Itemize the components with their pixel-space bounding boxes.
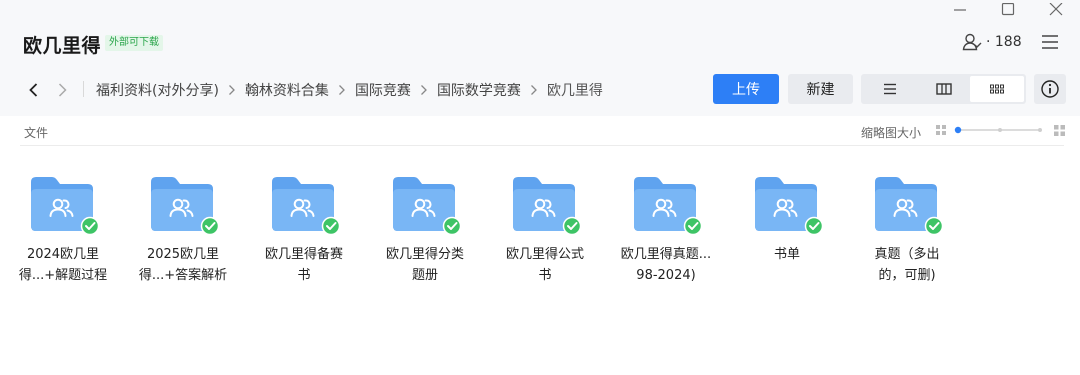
- view-mode-switcher: [861, 74, 1026, 104]
- shared-folder-icon: [510, 174, 582, 236]
- shared-folder-icon: [872, 174, 944, 236]
- chevron-left-icon: [29, 83, 38, 97]
- nav-divider: [83, 81, 84, 97]
- breadcrumb-item[interactable]: 国际数学竞赛: [437, 80, 521, 100]
- chevron-right-icon: [219, 80, 245, 100]
- shared-folder-icon: [269, 174, 341, 236]
- folder-name: 2025欧几里 得...+答案解析: [138, 247, 228, 283]
- info-icon: [1041, 80, 1059, 98]
- close-button[interactable]: [1032, 0, 1080, 20]
- chevron-right-icon: [411, 80, 437, 100]
- upload-button[interactable]: 上传: [713, 74, 779, 104]
- folder-name: 欧几里得分类 题册: [385, 247, 464, 283]
- maximize-icon: [1001, 3, 1015, 16]
- minimize-button[interactable]: [936, 0, 984, 20]
- members-icon: [962, 33, 982, 51]
- folder-name: 欧几里得公式书: [505, 247, 584, 283]
- info-button[interactable]: [1034, 74, 1066, 104]
- folder-name: 2024欧几里 得...+解题过程: [18, 247, 108, 283]
- chevron-right-icon: [521, 80, 547, 100]
- folder-item[interactable]: 欧几里得备赛书: [254, 174, 354, 286]
- column-view-button[interactable]: [917, 76, 971, 102]
- folder-item[interactable]: 真题（多出 的，可删): [857, 174, 957, 286]
- folder-name: 书单: [773, 247, 800, 262]
- folder-item[interactable]: 2025欧几里 得...+答案解析: [133, 174, 233, 286]
- maximize-button[interactable]: [984, 0, 1032, 20]
- members-button[interactable]: · 188: [962, 31, 1022, 53]
- large-grid-icon: [1054, 125, 1065, 136]
- breadcrumb-item[interactable]: 翰林资料合集: [245, 80, 329, 100]
- breadcrumb-item[interactable]: 国际竞赛: [355, 80, 411, 100]
- back-button[interactable]: [25, 80, 43, 100]
- folder-item[interactable]: 欧几里得公式书: [495, 174, 595, 286]
- thumbnail-view-button[interactable]: [970, 76, 1025, 102]
- folder-item[interactable]: 2024欧几里 得...+解题过程: [13, 174, 113, 286]
- column-header-file: 文件: [24, 126, 49, 140]
- list-view-icon: [883, 83, 896, 95]
- small-grid-icon: [936, 125, 946, 135]
- member-count: · 188: [986, 34, 1022, 50]
- minimize-icon: [954, 9, 966, 11]
- chevron-right-icon: [58, 83, 67, 97]
- page-title: 欧几里得: [23, 35, 102, 57]
- shared-folder-icon: [28, 174, 100, 236]
- close-icon: [1049, 3, 1063, 16]
- breadcrumb-item[interactable]: 福利资料(对外分享): [96, 80, 219, 100]
- shared-folder-icon: [752, 174, 824, 236]
- shared-folder-icon: [390, 174, 462, 236]
- column-view-icon: [935, 83, 952, 95]
- thumbnail-size-slider[interactable]: [954, 126, 1044, 134]
- folder-name: 欧几里得真题... 98-2024): [620, 247, 712, 283]
- folder-item[interactable]: 书单: [737, 174, 837, 265]
- chevron-right-icon: [329, 80, 355, 100]
- forward-button[interactable]: [53, 80, 71, 100]
- breadcrumb-current: 欧几里得: [546, 83, 603, 99]
- list-view-button[interactable]: [863, 76, 917, 102]
- new-button[interactable]: 新建: [788, 74, 853, 104]
- folder-item[interactable]: 欧几里得分类 题册: [375, 174, 475, 286]
- hamburger-icon: [1042, 35, 1058, 49]
- shared-folder-icon: [631, 174, 703, 236]
- window-controls: [936, 0, 1080, 20]
- shared-folder-icon: [148, 174, 220, 236]
- folder-name: 真题（多出 的，可删): [874, 247, 940, 283]
- header-divider: [20, 145, 1064, 146]
- folder-item[interactable]: 欧几里得真题... 98-2024): [616, 174, 716, 286]
- slider-knob[interactable]: [954, 126, 962, 134]
- thumbnail-size-label: 缩略图大小: [861, 126, 922, 140]
- folder-name: 欧几里得备赛书: [264, 247, 343, 283]
- grid-view-icon: [990, 84, 1005, 94]
- breadcrumb: 福利资料(对外分享) 翰林资料合集 国际竞赛 国际数学竞赛 欧几里得: [96, 80, 603, 100]
- more-menu-button[interactable]: [1040, 33, 1060, 51]
- external-download-badge: 外部可下载: [105, 35, 163, 51]
